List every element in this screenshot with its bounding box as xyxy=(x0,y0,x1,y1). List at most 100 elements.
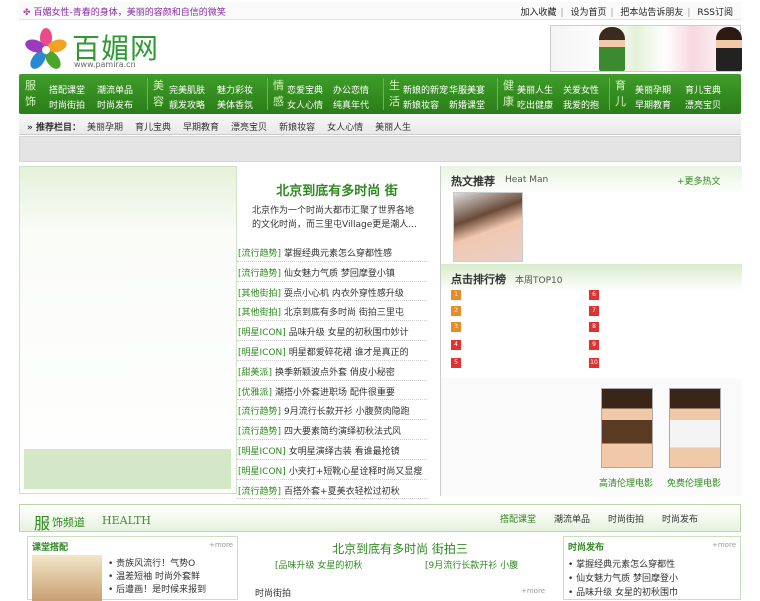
list-item[interactable]: • 贵族风流行！气势O xyxy=(108,558,206,571)
nav-item[interactable]: 时尚发布 xyxy=(97,98,133,111)
model-image[interactable] xyxy=(669,388,721,468)
nav-item[interactable]: 魅力彩妆 xyxy=(217,83,253,96)
nav-item[interactable]: 育儿宝典 xyxy=(685,83,721,96)
article-row[interactable]: [流行趋势] 四大要素简约演绎初秋法式风 xyxy=(237,420,427,440)
article-row[interactable]: [流行趋势] 仙女魅力气质 梦回摩登小镇 xyxy=(237,262,427,282)
focus-image-panel[interactable] xyxy=(19,166,237,494)
article-row[interactable]: [明星ICON] 明星都爱碎花裙 谁才是真正的 xyxy=(237,341,427,361)
article-row[interactable]: [甜美派] 换季新颖波点外套 俏皮小秘密 xyxy=(237,361,427,381)
article-tag[interactable]: [甜美派] xyxy=(238,368,272,378)
nav-item[interactable]: 我爱的抱 xyxy=(563,98,599,111)
nav-item[interactable]: 办公恋情 xyxy=(333,83,369,96)
article-title[interactable]: 女明星演绎古装 看谁最抢镜 xyxy=(289,447,400,457)
list-item[interactable]: • 后遭画！是时候来报到 xyxy=(108,584,206,597)
article-title[interactable]: 百搭外套+夏美衣轻松过初秋 xyxy=(284,487,400,497)
styling-thumbnail[interactable] xyxy=(32,555,102,601)
article-title[interactable]: 北京到底有多时尚 街拍三里屯 xyxy=(284,308,404,318)
article-tag[interactable]: [流行趋势] xyxy=(238,407,281,417)
article-title[interactable]: 潮搭小外套进职场 配件很重要 xyxy=(275,388,395,398)
recommend-link[interactable]: 早期教育 xyxy=(183,123,219,133)
more-link[interactable]: +more xyxy=(209,541,233,549)
nav-item[interactable]: 漂亮宝贝 xyxy=(685,98,721,111)
article-row[interactable]: [其他街拍] 北京到底有多时尚 街拍三里屯 xyxy=(237,301,427,322)
ad-banner[interactable] xyxy=(550,25,742,72)
tab-fashion-release[interactable]: 时尚发布 xyxy=(662,515,698,525)
recommend-link[interactable]: 美丽人生 xyxy=(375,123,411,133)
article-tag[interactable]: [优雅派] xyxy=(238,388,272,398)
article-row[interactable]: [流行趋势] 9月流行长款开衫 小腹赘肉隐跑 xyxy=(237,400,427,421)
nav-item[interactable]: 吃出健康 xyxy=(517,98,553,111)
nav-item[interactable]: 完美肌肤 xyxy=(169,83,205,96)
article-tag[interactable]: [流行趋势] xyxy=(238,249,281,259)
tell-friend-link[interactable]: 把本站告诉朋友 xyxy=(620,8,683,18)
nav-item[interactable]: 美丽孕期 xyxy=(635,83,671,96)
article-title[interactable]: 明星都爱碎花裙 谁才是真正的 xyxy=(289,348,409,358)
site-logo[interactable]: 百媚网 www.pamira.cn xyxy=(24,24,169,72)
set-homepage-link[interactable]: 设为首页 xyxy=(570,8,606,18)
article-tag[interactable]: [明星ICON] xyxy=(238,348,286,358)
nav-item[interactable]: 新婚课堂 xyxy=(449,98,485,111)
list-item[interactable]: • 掌握经典元素怎么穿都性 xyxy=(568,558,678,572)
tab-styling[interactable]: 搭配课堂 xyxy=(500,515,536,525)
recommend-link[interactable]: 漂亮宝贝 xyxy=(231,123,267,133)
nav-group-title[interactable]: 健康 xyxy=(503,78,515,110)
article-row[interactable]: [流行趋势] 掌握经典元素怎么穿都性感 xyxy=(237,242,427,262)
more-link[interactable]: +more xyxy=(521,587,545,595)
article-title[interactable]: 耍点小心机 内衣外穿性感升级 xyxy=(284,289,404,299)
nav-item[interactable]: 女人心情 xyxy=(287,98,323,111)
article-tag[interactable]: [其他街拍] xyxy=(238,289,281,299)
hot-article-photo[interactable] xyxy=(453,192,523,262)
recommend-link[interactable]: 女人心情 xyxy=(327,123,363,133)
article-tag[interactable]: [流行趋势] xyxy=(238,269,281,279)
list-item[interactable]: • 温差短袖 时尚外套鲜 xyxy=(108,571,206,584)
snap-headline[interactable]: 北京到底有多时尚 街拍三 xyxy=(247,540,553,557)
article-title[interactable]: 9月流行长款开衫 小腹赘肉隐跑 xyxy=(284,407,410,417)
article-title[interactable]: 仙女魅力气质 梦回摩登小镇 xyxy=(284,269,395,279)
snap-sub-link[interactable]: [品味升级 女星的初秋 xyxy=(275,558,362,571)
article-title[interactable]: 品味升级 女星的初秋围巾妙计 xyxy=(289,328,409,338)
nav-item[interactable]: 潮流单品 xyxy=(97,83,133,96)
nav-item[interactable]: 靓发攻略 xyxy=(169,98,205,111)
list-item[interactable]: • 仙女魅力气质 梦回摩登小 xyxy=(568,572,678,586)
recommend-link[interactable]: 育儿宝典 xyxy=(135,123,171,133)
article-row[interactable]: [优雅派] 潮搭小外套进职场 配件很重要 xyxy=(237,381,427,401)
more-link[interactable]: +more xyxy=(712,541,736,549)
nav-item[interactable]: 早期教育 xyxy=(635,98,671,111)
article-tag[interactable]: [明星ICON] xyxy=(238,328,286,338)
list-item[interactable]: • 品味升级 女星的初秋围巾 xyxy=(568,586,678,600)
model-caption[interactable]: 免费伦理电影 xyxy=(667,476,721,489)
nav-group-title[interactable]: 服饰 xyxy=(25,78,37,110)
article-row[interactable]: [其他街拍] 耍点小心机 内衣外穿性感升级 xyxy=(237,282,427,302)
nav-item[interactable]: 华服美宴 xyxy=(449,83,485,96)
article-row[interactable]: [流行趋势] 百搭外套+夏美衣轻松过初秋 xyxy=(237,480,427,500)
rss-link[interactable]: RSS订阅 xyxy=(697,8,733,18)
nav-group-title[interactable]: 生活 xyxy=(389,78,401,110)
article-row[interactable]: [明星ICON] 小夹打+短靴心星诠释时尚又显瘦 xyxy=(237,460,427,480)
article-tag[interactable]: [其他街拍] xyxy=(238,308,281,318)
tab-trend-items[interactable]: 潮流单品 xyxy=(554,515,590,525)
article-title[interactable]: 小夹打+短靴心星诠释时尚又显瘦 xyxy=(289,467,423,477)
nav-group-title[interactable]: 育儿 xyxy=(615,78,627,110)
nav-item[interactable]: 新娘妆容 xyxy=(403,98,439,111)
nav-item[interactable]: 美体香氛 xyxy=(217,98,253,111)
nav-group-title[interactable]: 情感 xyxy=(273,78,285,110)
article-row[interactable]: [明星ICON] 女明星演绎古装 看谁最抢镜 xyxy=(237,440,427,460)
nav-item[interactable]: 时尚街拍 xyxy=(49,98,85,111)
recommend-link[interactable]: 美丽孕期 xyxy=(87,123,123,133)
nav-group-title[interactable]: 美容 xyxy=(153,78,165,110)
nav-item[interactable]: 美丽人生 xyxy=(517,83,553,96)
snap-sub-link[interactable]: [9月流行长款开衫 小腹 xyxy=(425,558,518,571)
nav-item[interactable]: 搭配课堂 xyxy=(49,83,85,96)
more-hot-link[interactable]: +更多热文 xyxy=(677,174,721,187)
model-image[interactable] xyxy=(601,388,653,468)
article-tag[interactable]: [流行趋势] xyxy=(238,487,281,497)
article-tag[interactable]: [明星ICON] xyxy=(238,447,286,457)
article-tag[interactable]: [流行趋势] xyxy=(238,427,281,437)
tab-street-snap[interactable]: 时尚街拍 xyxy=(608,515,644,525)
headline-title[interactable]: 北京到底有多时尚 街 xyxy=(237,180,437,199)
recommend-link[interactable]: 新娘妆容 xyxy=(279,123,315,133)
nav-item[interactable]: 纯真年代 xyxy=(333,98,369,111)
article-tag[interactable]: [明星ICON] xyxy=(238,467,286,477)
article-title[interactable]: 掌握经典元素怎么穿都性感 xyxy=(284,249,392,259)
article-title[interactable]: 四大要素简约演绎初秋法式风 xyxy=(284,427,401,437)
